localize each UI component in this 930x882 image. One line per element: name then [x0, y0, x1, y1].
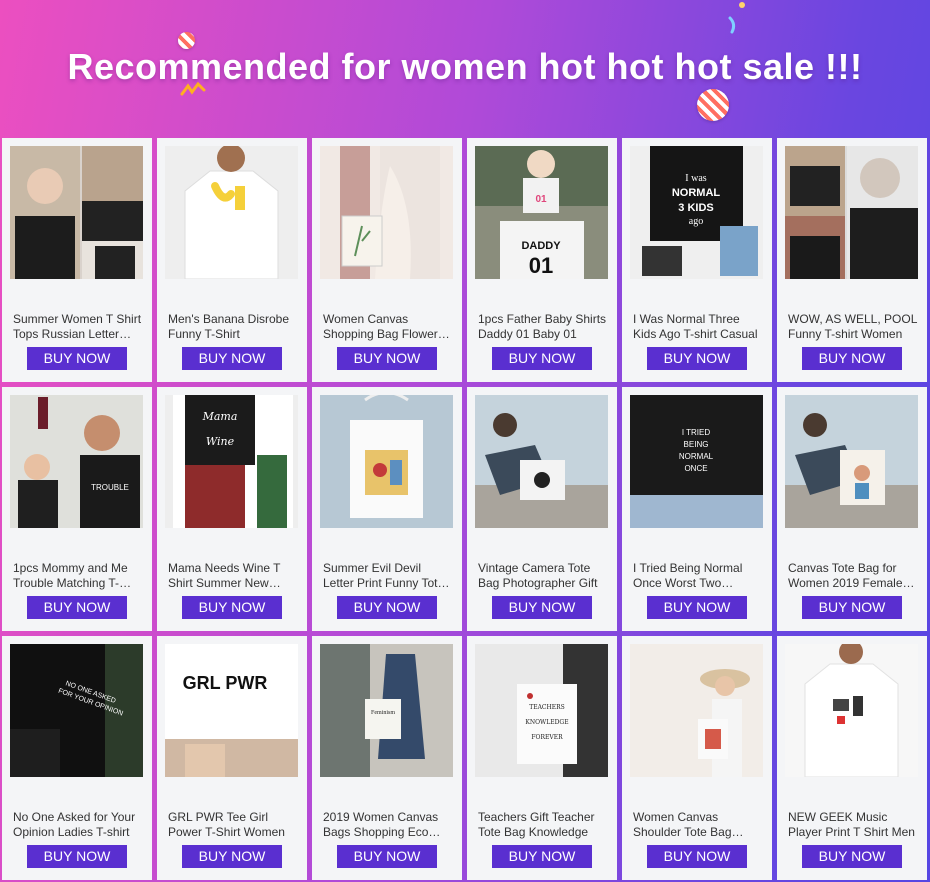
- product-image[interactable]: [475, 395, 608, 528]
- product-image[interactable]: I was NORMAL 3 KIDS ago: [630, 146, 763, 279]
- product-image[interactable]: I TRIED BEING NORMAL ONCE: [630, 395, 763, 528]
- svg-text:FOREVER: FOREVER: [531, 734, 563, 741]
- candy-decoration-icon: [697, 89, 729, 121]
- svg-text:01: 01: [529, 253, 553, 278]
- buy-now-button[interactable]: BUY NOW: [647, 347, 747, 370]
- product-name[interactable]: WOW, AS WELL, POOL Funny T-shirt Women: [788, 312, 918, 344]
- buy-now-button[interactable]: BUY NOW: [492, 596, 592, 619]
- product-image[interactable]: [10, 146, 143, 279]
- confetti-icon: [728, 16, 736, 34]
- product-name[interactable]: Women Canvas Shopping Bag Flower Print: [323, 312, 453, 344]
- product-name[interactable]: Teachers Gift Teacher Tote Bag Knowledge: [478, 810, 608, 842]
- svg-text:I TRIED: I TRIED: [682, 428, 711, 437]
- product-image[interactable]: GRL PWR: [165, 644, 298, 777]
- svg-text:BEING: BEING: [684, 440, 709, 449]
- buy-now-button[interactable]: BUY NOW: [182, 347, 282, 370]
- product-name[interactable]: NEW GEEK Music Player Print T Shirt Men: [788, 810, 918, 842]
- product-image[interactable]: TROUBLE: [10, 395, 143, 528]
- svg-text:01: 01: [535, 194, 547, 205]
- product-card[interactable]: DADDY 01 01 1pcs Father Baby Shirts Daddy …: [467, 138, 617, 382]
- product-card[interactable]: Feminism 2019 Women Canvas Bags Shopping…: [312, 636, 462, 880]
- product-image[interactable]: NO ONE ASKED FOR YOUR OPINION: [10, 644, 143, 777]
- page-title: Recommended for women hot hot hot sale !…: [67, 46, 863, 87]
- product-card[interactable]: Women Canvas Shoulder Tote Bag Cartoon P…: [622, 636, 772, 880]
- product-card[interactable]: I TRIED BEING NORMAL ONCE I Tried Being Nor…: [622, 387, 772, 631]
- product-name[interactable]: Summer Women T Shirt Tops Russian Letter…: [13, 312, 143, 344]
- svg-text:DADDY: DADDY: [521, 240, 561, 252]
- product-image[interactable]: [630, 644, 763, 777]
- product-name[interactable]: GRL PWR Tee Girl Power T-Shirt Women: [168, 810, 298, 842]
- product-name[interactable]: Vintage Camera Tote Bag Photographer Gif…: [478, 561, 608, 593]
- product-card[interactable]: Summer Women T Shirt Tops Russian Letter…: [2, 138, 152, 382]
- product-name[interactable]: Summer Evil Devil Letter Print Funny Tot…: [323, 561, 453, 593]
- svg-text:NORMAL: NORMAL: [672, 187, 721, 199]
- product-card[interactable]: GRL PWR GRL PWR Tee Girl Power T-Shirt W…: [157, 636, 307, 880]
- product-card[interactable]: NO ONE ASKED FOR YOUR OPINION No One Aske…: [2, 636, 152, 880]
- product-name[interactable]: Mama Needs Wine T Shirt Summer New Women: [168, 561, 298, 593]
- banner: Recommended for women hot hot hot sale !…: [0, 0, 930, 138]
- product-card[interactable]: Men's Banana Disrobe Funny T-Shirt BUY N…: [157, 138, 307, 382]
- product-image[interactable]: [785, 395, 918, 528]
- buy-now-button[interactable]: BUY NOW: [182, 845, 282, 868]
- product-card[interactable]: WOW, AS WELL, POOL Funny T-shirt Women B…: [777, 138, 927, 382]
- product-card[interactable]: Women Canvas Shopping Bag Flower Print B…: [312, 138, 462, 382]
- svg-text:ago: ago: [689, 216, 703, 227]
- buy-now-button[interactable]: BUY NOW: [802, 596, 902, 619]
- product-card[interactable]: Summer Evil Devil Letter Print Funny Tot…: [312, 387, 462, 631]
- svg-text:GRL PWR: GRL PWR: [183, 673, 268, 693]
- product-name[interactable]: 1pcs Father Baby Shirts Daddy 01 Baby 01: [478, 312, 608, 344]
- buy-now-button[interactable]: BUY NOW: [27, 347, 127, 370]
- buy-now-button[interactable]: BUY NOW: [182, 596, 282, 619]
- svg-text:I was: I was: [685, 173, 706, 184]
- product-name[interactable]: 2019 Women Canvas Bags Shopping Eco Tote: [323, 810, 453, 842]
- product-card[interactable]: TROUBLE 1pcs Mommy and Me Trouble Matchi…: [2, 387, 152, 631]
- buy-now-button[interactable]: BUY NOW: [802, 845, 902, 868]
- product-card[interactable]: Vintage Camera Tote Bag Photographer Gif…: [467, 387, 617, 631]
- buy-now-button[interactable]: BUY NOW: [337, 845, 437, 868]
- buy-now-button[interactable]: BUY NOW: [647, 596, 747, 619]
- buy-now-button[interactable]: BUY NOW: [337, 596, 437, 619]
- product-image[interactable]: Mama Wine: [165, 395, 298, 528]
- product-name[interactable]: 1pcs Mommy and Me Trouble Matching T-shi…: [13, 561, 143, 593]
- product-image[interactable]: DADDY 01 01: [475, 146, 608, 279]
- product-card[interactable]: Canvas Tote Bag for Women 2019 Female Pr…: [777, 387, 927, 631]
- svg-text:Mama: Mama: [202, 410, 238, 423]
- product-card[interactable]: TEACHERS KNOWLEDGE FOREVER Teachers Gift T…: [467, 636, 617, 880]
- svg-text:ONCE: ONCE: [684, 464, 707, 473]
- buy-now-button[interactable]: BUY NOW: [802, 347, 902, 370]
- product-image[interactable]: Feminism: [320, 644, 453, 777]
- product-card[interactable]: NEW GEEK Music Player Print T Shirt Men …: [777, 636, 927, 880]
- buy-now-button[interactable]: BUY NOW: [337, 347, 437, 370]
- product-grid: Summer Women T Shirt Tops Russian Letter…: [2, 138, 928, 882]
- svg-text:TROUBLE: TROUBLE: [91, 483, 129, 492]
- svg-text:Wine: Wine: [206, 435, 235, 448]
- svg-text:Feminism: Feminism: [371, 710, 395, 716]
- buy-now-button[interactable]: BUY NOW: [647, 845, 747, 868]
- buy-now-button[interactable]: BUY NOW: [492, 347, 592, 370]
- product-name[interactable]: Women Canvas Shoulder Tote Bag Cartoon P…: [633, 810, 763, 842]
- svg-text:3 KIDS: 3 KIDS: [678, 202, 713, 214]
- product-image[interactable]: [785, 644, 918, 777]
- product-image[interactable]: [320, 146, 453, 279]
- product-name[interactable]: I Tried Being Normal Once Worst Two Minu…: [633, 561, 763, 593]
- confetti-icon: [739, 2, 745, 8]
- product-image[interactable]: [165, 146, 298, 279]
- product-card[interactable]: I was NORMAL 3 KIDS ago I Was Normal Three …: [622, 138, 772, 382]
- buy-now-button[interactable]: BUY NOW: [27, 596, 127, 619]
- svg-text:NORMAL: NORMAL: [679, 452, 714, 461]
- product-card[interactable]: Mama Wine Mama Needs Wine T Shirt Summer …: [157, 387, 307, 631]
- product-name[interactable]: No One Asked for Your Opinion Ladies T-s…: [13, 810, 143, 842]
- product-image[interactable]: [320, 395, 453, 528]
- svg-text:TEACHERS: TEACHERS: [529, 704, 565, 711]
- product-image[interactable]: TEACHERS KNOWLEDGE FOREVER: [475, 644, 608, 777]
- product-name[interactable]: Men's Banana Disrobe Funny T-Shirt: [168, 312, 298, 344]
- product-name[interactable]: Canvas Tote Bag for Women 2019 Female Pr…: [788, 561, 918, 593]
- svg-text:KNOWLEDGE: KNOWLEDGE: [525, 719, 568, 726]
- buy-now-button[interactable]: BUY NOW: [492, 845, 592, 868]
- buy-now-button[interactable]: BUY NOW: [27, 845, 127, 868]
- product-name[interactable]: I Was Normal Three Kids Ago T-shirt Casu…: [633, 312, 763, 344]
- product-image[interactable]: [785, 146, 918, 279]
